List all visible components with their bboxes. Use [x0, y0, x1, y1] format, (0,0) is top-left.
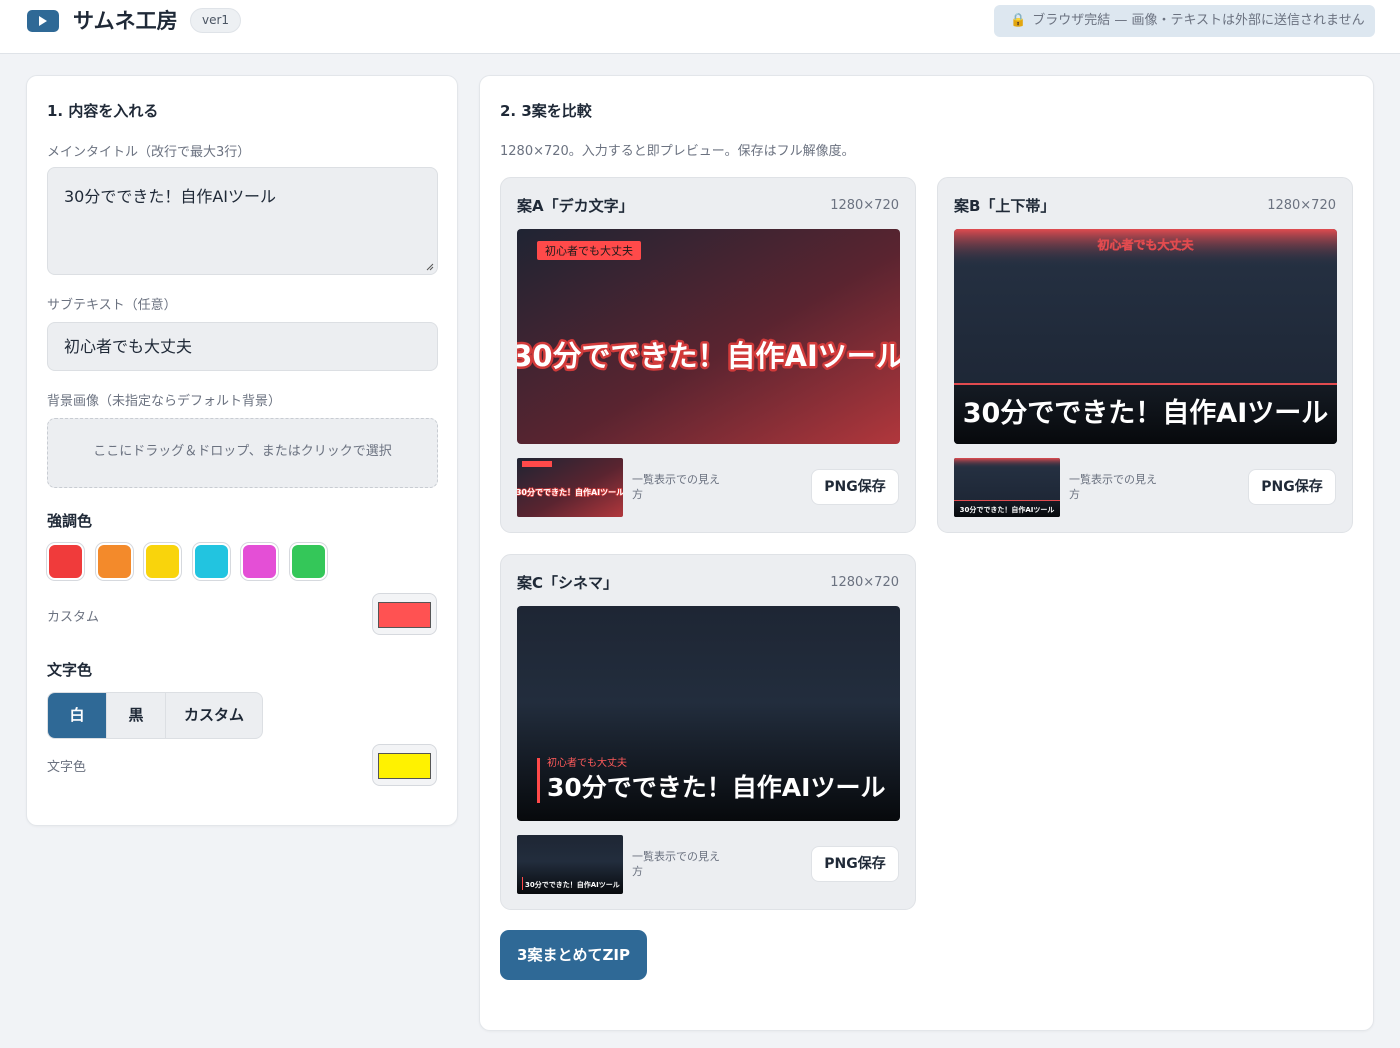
- accent-custom-color-fill: [378, 602, 431, 628]
- accent-swatch-green[interactable]: [289, 543, 327, 580]
- accent-custom-color-picker[interactable]: [372, 593, 437, 635]
- subtext-input[interactable]: 初心者でも大丈夫: [47, 322, 438, 371]
- variant-c-title: 案C「シネマ」: [517, 574, 619, 592]
- variant-a-save-png-button[interactable]: PNG保存: [811, 469, 899, 505]
- download-zip-button[interactable]: 3案まとめてZIP: [500, 930, 647, 980]
- variant-b-size: 1280×720: [1267, 198, 1336, 213]
- privacy-text: ブラウザ完結 — 画像・テキストは外部に送信されません: [1032, 13, 1365, 28]
- main-title-label: メインタイトル（改行で最大3行）: [47, 145, 251, 160]
- accent-swatch-magenta[interactable]: [241, 543, 278, 580]
- variant-c-thumbnail: 30分でできた！自作AIツール: [517, 835, 623, 894]
- text-color-custom-label: 文字色: [47, 760, 87, 775]
- main-title-textarea[interactable]: 30分でできた！自作AIツール: [47, 167, 438, 275]
- version-badge: ver1: [190, 8, 242, 33]
- variant-b-thumbnail: 30分でできた！自作AIツール: [954, 458, 1060, 517]
- variant-a-main-title: 30分でできた！自作AIツール: [517, 339, 900, 373]
- variant-b-main-title: 30分でできた！自作AIツール: [963, 397, 1329, 429]
- variant-a-thumbnail: 30分でできた！自作AIツール: [517, 458, 623, 517]
- accent-swatch-cyan[interactable]: [192, 543, 230, 580]
- resize-grip-icon[interactable]: [426, 263, 434, 271]
- play-logo-icon: [27, 10, 59, 32]
- accent-swatch-yellow[interactable]: [144, 543, 181, 580]
- variant-a-thumb-label: 一覧表示での見え方: [632, 473, 720, 501]
- variant-c-main-title: 30分でできた！自作AIツール: [547, 773, 885, 802]
- variant-c-thumb-label: 一覧表示での見え方: [632, 850, 720, 878]
- bg-image-label: 背景画像（未指定ならデフォルト背景）: [47, 394, 282, 409]
- variant-b-preview: 初心者でも大丈夫 30分でできた！自作AIツール: [954, 229, 1337, 444]
- compare-panel: 2. 3案を比較 1280×720。入力すると即プレビュー。保存はフル解像度。 …: [479, 75, 1374, 1031]
- variant-b-badge: 初心者でも大丈夫: [1097, 237, 1194, 252]
- variant-b-thumb-label: 一覧表示での見え方: [1069, 473, 1157, 501]
- variant-b-thumb-title: 30分でできた！自作AIツール: [960, 505, 1055, 514]
- subtext-label: サブテキスト（任意）: [47, 298, 177, 313]
- variant-c-badge: 初心者でも大丈夫: [547, 756, 627, 769]
- top-bar: サムネ工房 ver1 🔒 ブラウザ完結 — 画像・テキストは外部に送信されません: [0, 0, 1400, 54]
- text-color-white-option[interactable]: 白: [48, 693, 106, 738]
- accent-color-label: 強調色: [47, 512, 93, 530]
- variant-b-save-png-button[interactable]: PNG保存: [1248, 469, 1336, 505]
- text-color-black-option[interactable]: 黒: [106, 693, 165, 738]
- main-title-value: 30分でできた！自作AIツール: [64, 187, 277, 206]
- variant-c-thumb-title: 30分でできた！自作AIツール: [525, 880, 620, 889]
- text-color-heading: 文字色: [47, 661, 93, 679]
- variant-c-save-png-button[interactable]: PNG保存: [811, 846, 899, 882]
- variant-a-preview: 初心者でも大丈夫 30分でできた！自作AIツール: [517, 229, 900, 444]
- variant-b-card: 案B「上下帯」 1280×720 初心者でも大丈夫 30分でできた！自作AIツー…: [937, 177, 1353, 533]
- text-color-custom-option[interactable]: カスタム: [165, 693, 262, 738]
- variant-c-preview: 初心者でも大丈夫 30分でできた！自作AIツール: [517, 606, 900, 821]
- variant-b-title: 案B「上下帯」: [954, 197, 1056, 215]
- accent-swatch-red[interactable]: [47, 543, 84, 580]
- variant-a-badge: 初心者でも大丈夫: [545, 244, 633, 258]
- compare-note: 1280×720。入力すると即プレビュー。保存はフル解像度。: [500, 144, 855, 159]
- variant-a-title: 案A「デカ文字」: [517, 197, 634, 215]
- input-panel: 1. 内容を入れる メインタイトル（改行で最大3行） 30分でできた！自作AIツ…: [26, 75, 458, 826]
- variant-c-card: 案C「シネマ」 1280×720 初心者でも大丈夫 30分でできた！自作AIツー…: [500, 554, 916, 910]
- variant-a-card: 案A「デカ文字」 1280×720 初心者でも大丈夫 30分でできた！自作AIツ…: [500, 177, 916, 533]
- privacy-notice: 🔒 ブラウザ完結 — 画像・テキストは外部に送信されません: [994, 5, 1375, 37]
- accent-custom-label: カスタム: [47, 610, 100, 625]
- compare-section-title: 2. 3案を比較: [500, 102, 592, 120]
- variant-a-size: 1280×720: [830, 198, 899, 213]
- app-title: サムネ工房: [73, 9, 178, 33]
- variant-a-thumb-title: 30分でできた！自作AIツール: [517, 487, 623, 497]
- text-color-toggle: 白 黒 カスタム: [47, 692, 263, 739]
- text-color-custom-picker[interactable]: [372, 744, 437, 786]
- input-section-title: 1. 内容を入れる: [47, 102, 159, 120]
- bg-image-dropzone[interactable]: ここにドラッグ＆ドロップ、またはクリックで選択: [47, 418, 438, 488]
- accent-swatch-orange[interactable]: [95, 543, 133, 580]
- variant-c-size: 1280×720: [830, 575, 899, 590]
- text-color-custom-fill: [378, 753, 431, 779]
- lock-icon: 🔒: [1010, 13, 1027, 28]
